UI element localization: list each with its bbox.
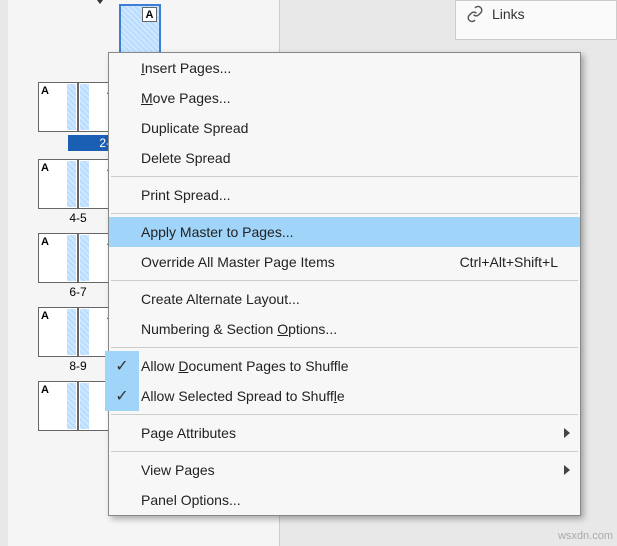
check-icon: ✓ bbox=[105, 381, 139, 411]
menu-create-alternate[interactable]: Create Alternate Layout... bbox=[109, 284, 580, 314]
links-icon bbox=[466, 5, 484, 23]
menu-allow-spread-shuffle[interactable]: ✓Allow Selected Spread to Shuffle bbox=[109, 381, 580, 411]
menu-separator bbox=[111, 280, 578, 281]
menu-insert-pages[interactable]: Insert Pages... bbox=[109, 53, 580, 83]
check-icon: ✓ bbox=[105, 351, 139, 381]
watermark: wsxdn.com bbox=[558, 530, 613, 542]
links-panel[interactable]: Links bbox=[455, 0, 617, 40]
menu-separator bbox=[111, 176, 578, 177]
menu-page-attributes[interactable]: Page Attributes bbox=[109, 418, 580, 448]
menu-separator bbox=[111, 451, 578, 452]
menu-duplicate-spread[interactable]: Duplicate Spread bbox=[109, 113, 580, 143]
page-label-4-5: 4-5 bbox=[38, 211, 118, 225]
menu-override-master[interactable]: Override All Master Page ItemsCtrl+Alt+S… bbox=[109, 247, 580, 277]
submenu-arrow-icon bbox=[564, 428, 570, 438]
menu-panel-options[interactable]: Panel Options... bbox=[109, 485, 580, 515]
menu-delete-spread[interactable]: Delete Spread bbox=[109, 143, 580, 173]
master-badge: A bbox=[142, 7, 157, 22]
menu-print-spread[interactable]: Print Spread... bbox=[109, 180, 580, 210]
menu-move-pages[interactable]: Move Pages... bbox=[109, 83, 580, 113]
menu-allow-doc-shuffle[interactable]: ✓Allow Document Pages to Shuffle bbox=[109, 351, 580, 381]
menu-apply-master[interactable]: Apply Master to Pages... bbox=[109, 217, 580, 247]
menu-separator bbox=[111, 414, 578, 415]
page-label-6-7: 6-7 bbox=[38, 285, 118, 299]
menu-numbering-options[interactable]: Numbering & Section Options... bbox=[109, 314, 580, 344]
menu-separator bbox=[111, 213, 578, 214]
spread-1[interactable]: A bbox=[78, 4, 160, 56]
links-title: Links bbox=[492, 6, 525, 22]
menu-view-pages[interactable]: View Pages bbox=[109, 455, 580, 485]
page-thumb-1[interactable]: A bbox=[120, 4, 160, 54]
menu-separator bbox=[111, 347, 578, 348]
submenu-arrow-icon bbox=[564, 465, 570, 475]
context-menu: Insert Pages... Move Pages... Duplicate … bbox=[108, 52, 581, 516]
